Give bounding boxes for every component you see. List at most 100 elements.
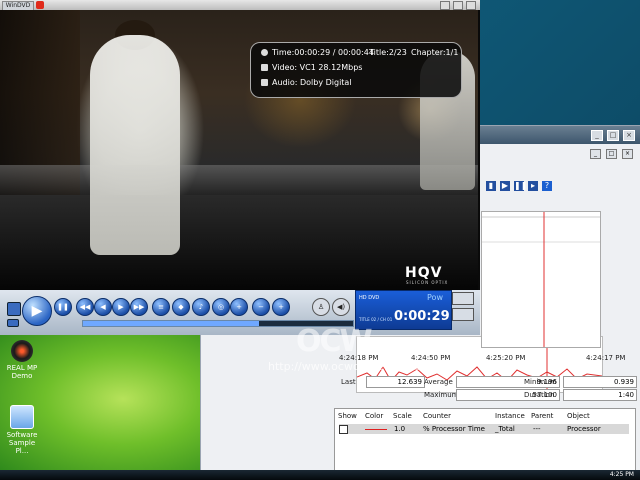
close-icon[interactable] [36, 1, 44, 9]
stat-minimum-label: Minimum [524, 378, 557, 386]
speaker-icon [261, 79, 268, 86]
column-header[interactable]: Color [365, 412, 383, 420]
volume-up-button[interactable]: + [272, 298, 290, 316]
maximize-icon[interactable]: □ [607, 130, 619, 141]
watermark-url: http://www.ocworkbench.com [268, 360, 432, 373]
playback-state: Pow [427, 293, 443, 302]
column-header[interactable]: Counter [423, 412, 451, 420]
angle-button[interactable]: ◎ [212, 298, 230, 316]
close-icon[interactable] [466, 1, 476, 10]
video-scene-counter [0, 165, 478, 195]
progress-fill [83, 321, 259, 326]
osd-chapter: Chapter:1/1 [411, 48, 459, 57]
mode-button[interactable]: ♙ [312, 298, 330, 316]
instance-cell: _Total [495, 425, 515, 433]
hqv-logo: HQV [405, 265, 443, 281]
pause-button[interactable]: ❚❚ [54, 298, 72, 316]
stat-minimum-value: 0.939 [563, 376, 637, 388]
audio-button[interactable]: ♪ [192, 298, 210, 316]
person-icon: ♙ [317, 303, 325, 311]
dvd-player-window: WinDVD Time:00:00:29 / 00:00:44 Title:2/… [0, 0, 480, 335]
toolbar-button-icon[interactable]: ▶ [500, 181, 510, 191]
column-header[interactable]: Parent [531, 412, 553, 420]
pause-icon: ❚❚ [57, 303, 69, 311]
inner-minimize-icon[interactable]: _ [590, 149, 601, 159]
column-header[interactable]: Object [567, 412, 590, 420]
menu-button[interactable]: ≡ [152, 298, 170, 316]
subtitle-icon: ◆ [178, 303, 184, 311]
osd-video-line: Video: VC1 28.12Mbps [261, 63, 362, 72]
video-scene-figure [90, 35, 180, 255]
pause-icon[interactable]: ❚❚ [514, 181, 527, 191]
forward-button[interactable]: ▶ [112, 298, 130, 316]
stop-button[interactable] [7, 302, 21, 316]
forward-icon: ▶ [118, 303, 124, 311]
previous-button[interactable]: ◀◀ [76, 298, 94, 316]
desktop-icon-label: REAL MP Demo [6, 364, 38, 380]
player-side-buttons [452, 292, 476, 324]
audio-icon: ♪ [198, 303, 204, 311]
graph-tick-label: 4:24:17 PM [586, 354, 626, 362]
stat-duration-label: Duration [524, 391, 555, 399]
counter-table: Show Color Scale Counter Instance Parent… [334, 408, 636, 472]
stat-maximum-label: Maximum [424, 391, 459, 399]
cpu-graph-upper [481, 211, 601, 348]
osd-time-line: Time:00:00:29 / 00:00:44 [261, 48, 374, 57]
toolbar-button-icon[interactable]: ▮ [486, 181, 496, 191]
zoom-icon: + [236, 303, 242, 311]
next-icon: ▶▶ [133, 303, 145, 311]
stat-last-value: 12.639 [366, 376, 425, 388]
player-control-bar: ▶ ❚❚ ◀◀ ◀ ▶ ▶▶ ≡ ◆ ♪ ◎ + − + ♙ ◀) HD DVD… [0, 290, 480, 335]
subtitle-button[interactable]: ◆ [172, 298, 190, 316]
osd-time: Time:00:00:29 / 00:00:44 [272, 48, 374, 57]
column-header[interactable]: Show [338, 412, 357, 420]
show-checkbox[interactable] [339, 425, 348, 434]
column-header[interactable]: Instance [495, 412, 525, 420]
fullscreen-button[interactable] [452, 308, 474, 321]
counter-cell: % Processor Time [423, 425, 485, 433]
next-button[interactable]: ▶▶ [130, 298, 148, 316]
stop-icon[interactable]: ▸ [528, 181, 538, 191]
player-title-bar[interactable]: WinDVD [0, 0, 480, 11]
volume-down-button[interactable]: − [252, 298, 270, 316]
perf-toolbar: ▮ ▶ ❚❚ ▸? [486, 181, 636, 197]
inner-close-icon[interactable]: × [622, 149, 633, 159]
video-icon [261, 64, 268, 71]
volume-down-icon: − [258, 303, 264, 311]
maximize-icon[interactable] [453, 1, 463, 10]
help-button[interactable]: ? [542, 181, 552, 191]
stat-duration-value: 1:40 [563, 389, 637, 401]
minimize-icon[interactable]: _ [591, 130, 603, 141]
osd-audio-line: Audio: Dolby Digital [261, 78, 352, 87]
desktop-icon-real-mp[interactable]: REAL MP Demo [2, 340, 42, 380]
column-header[interactable]: Scale [393, 412, 412, 420]
menu-icon: ≡ [158, 303, 164, 311]
disc-format-label: HD DVD [359, 295, 380, 301]
desktop-icon-software-sample[interactable]: Software Sample Pl... [2, 405, 42, 455]
settings-button[interactable] [452, 292, 474, 305]
stat-last-label: Last [341, 378, 356, 386]
osd-video: Video: VC1 28.12Mbps [272, 63, 363, 72]
video-frame[interactable]: Time:00:00:29 / 00:00:44 Title:2/23 Chap… [0, 10, 478, 290]
watermark-logo: OCW [296, 324, 373, 359]
parent-cell: --- [533, 425, 541, 433]
rewind-button[interactable]: ◀ [94, 298, 112, 316]
object-cell: Processor [567, 425, 601, 433]
play-button[interactable]: ▶ [22, 296, 52, 326]
eject-button[interactable] [7, 319, 19, 327]
graph-tick-label: 4:25:20 PM [486, 354, 526, 362]
osd-title: Title:2/23 [369, 48, 407, 57]
elapsed-time: 0:00:29 [394, 309, 450, 324]
zoom-button[interactable]: + [230, 298, 248, 316]
application-icon [10, 405, 34, 429]
inner-restore-icon[interactable]: □ [606, 149, 617, 159]
speaker-button[interactable]: ◀) [332, 298, 350, 316]
previous-icon: ◀◀ [79, 303, 91, 311]
color-swatch [365, 429, 387, 430]
minimize-icon[interactable] [440, 1, 450, 10]
close-icon[interactable]: × [623, 130, 635, 141]
speaker-icon: ◀) [336, 303, 346, 311]
media-player-icon [11, 340, 33, 362]
table-row[interactable]: 1.0 % Processor Time _Total --- Processo… [339, 424, 629, 434]
desktop-icon-label: Software Sample Pl... [6, 431, 38, 455]
